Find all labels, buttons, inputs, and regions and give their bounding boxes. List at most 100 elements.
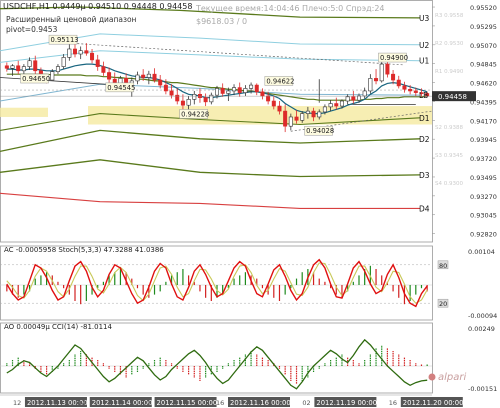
time-fragment-label: 02 [143,399,151,407]
support-zone [88,106,432,125]
candle [277,105,282,112]
y-tick-label: 0.94845 [470,61,497,69]
candle [50,71,55,81]
candle [408,88,413,92]
candle [385,63,390,75]
ao-label: AO 0.00049µ CCI(14) -81.0114 [4,323,112,331]
candle [356,95,362,101]
time-label: 2012.11.16 00:00 [230,399,291,407]
price-label: 0.94228 [181,110,209,118]
time-fragment-label: 14 [78,399,86,407]
candle [107,72,112,80]
price-label: 0.95113 [51,36,79,44]
level-label: U1 [419,57,429,66]
candle [396,79,401,87]
candle [300,113,305,121]
candle [260,91,265,97]
candle [226,90,231,94]
time-label: 2012.11.19 00:00 [316,399,377,407]
candle [374,78,379,82]
ac-tick-label: -0.00094 [468,312,497,320]
support-zone [0,107,48,117]
candle [192,94,197,100]
candle [72,48,78,55]
candle [90,52,95,61]
y-tick-label: 0.92820 [470,231,497,239]
candle [16,65,21,72]
candle [305,110,310,114]
y-tick-label: 0.93495 [470,174,497,182]
ac-stoch-pane: 0.00104 -0.00094 80 20 [0,245,497,321]
balance-line: $9618.03 / 0 [196,17,247,26]
ac-label: AC -0.0005958 Stoch(5,3,3) 47.3288 41.03… [4,246,164,254]
y-tick-label: 0.95070 [470,42,497,50]
price-label: 0.94545 [107,84,135,92]
alpari-watermark: alpari [438,372,466,383]
ao-tick-label: -0.00151 [468,385,497,393]
candle [283,110,288,127]
level-label: D1 [419,114,430,123]
ac-pane-border [0,245,433,321]
ghost-level-label: S4 0.9300 [435,181,463,187]
candle [413,90,418,93]
candle [101,66,106,73]
candle [402,85,407,90]
ao-cci-pane: 0.00249 -0.00151 [0,322,497,394]
candle [21,66,26,72]
candle [328,103,333,108]
ghost-level-label: R2 0.9530 [435,41,464,47]
time-fragment-label: 02 [302,399,310,407]
candle [4,65,9,69]
ghost-level-label: S2 0.9388 [435,125,463,131]
time-fragment-label: 16 [216,399,224,407]
candle [294,116,299,121]
candle [84,50,89,54]
candle [163,84,168,92]
price-label: 0.94028 [306,127,334,135]
candle [322,106,327,113]
time-fragment-label: 16 [389,399,397,407]
alpari-logo-icon [428,373,436,381]
price-label: 0.94900 [380,54,408,62]
y-tick-label: 0.94620 [470,80,497,88]
ao-pane-border [0,322,433,394]
time-fragment-label: 12 [13,399,21,407]
ghost-level-label: S3 0.9345 [435,153,463,159]
candle [67,48,72,58]
ghost-level-label: R3 0.9558 [435,13,464,19]
time-label: 2012.11.15 00:00 [157,399,218,407]
candle [169,90,174,96]
candle [203,97,208,103]
stoch-level-label: 20 [439,300,447,308]
candle [254,84,259,93]
time-label: 2012.11.20 00:00 [403,399,464,407]
candle [249,84,254,89]
candle [362,90,367,97]
trading-chart: 0.955200.952950.950700.948450.946200.943… [0,0,500,408]
price-label: 0.94650 [22,75,50,83]
candle [158,79,163,86]
candle [146,73,151,78]
candle [311,110,316,118]
candle [186,99,191,106]
stoch-level-label: 80 [439,262,447,270]
price-label: 0.94622 [266,77,294,85]
indicator-title: Расширенный ценовой диапазон [6,15,137,24]
candle [61,57,66,67]
candle [368,78,373,92]
candle [345,96,350,102]
candle [237,87,242,93]
candle [288,116,293,127]
candle [271,100,276,107]
candle [351,96,356,101]
pivot-label: pivot=0.9453 [6,25,58,34]
candle [214,88,220,96]
candle [95,59,100,67]
y-tick-label: 0.93270 [470,193,497,201]
candle [232,87,237,92]
ac-tick-label: 0.00104 [468,248,495,256]
candle [10,65,15,69]
candle [27,60,32,67]
candle [243,88,248,93]
level-label: D4 [419,204,430,213]
